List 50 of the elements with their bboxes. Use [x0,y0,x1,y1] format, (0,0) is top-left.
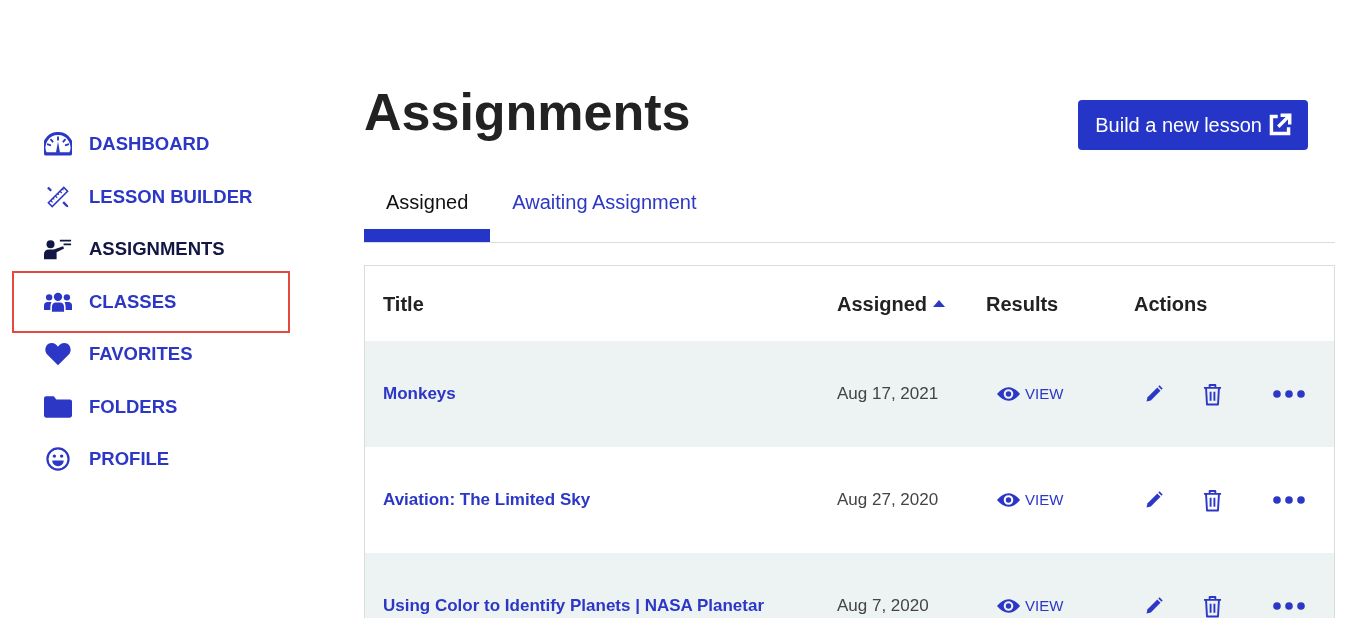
delete-button[interactable] [1203,594,1222,618]
smiley-icon [44,447,72,472]
column-header[interactable]: Assigned [837,288,946,319]
edit-button[interactable] [1145,491,1163,509]
sort-up-icon [933,300,946,307]
more-button[interactable] [1273,602,1305,610]
sidebar-item[interactable]: DASHBOARD [12,118,290,171]
build-lesson-button[interactable]: Build a new lesson [1078,100,1308,150]
assigned-date: Aug 7, 2020 [837,595,929,618]
more-button[interactable] [1273,496,1305,504]
trash-icon [1203,594,1222,618]
column-header: Results [986,292,1059,315]
view-results-link[interactable]: VIEW [996,594,1064,618]
gauge-icon [44,132,72,157]
column-header: Actions [1134,292,1208,315]
view-results-link[interactable]: VIEW [996,488,1064,512]
page-title: Assignments [364,82,691,143]
pencil-icon [1145,385,1163,403]
delete-button[interactable] [1203,382,1222,406]
tab[interactable]: Assigned [364,172,491,242]
assignment-title-link[interactable]: Monkeys [383,381,456,407]
assigned-date: Aug 27, 2020 [837,489,939,512]
column-header: Title [383,292,424,315]
heart-icon [44,342,72,367]
sidebar-item[interactable]: CLASSES [12,270,290,333]
eye-icon [996,598,1021,614]
edit-button[interactable] [1145,385,1163,403]
assigned-date: Aug 17, 2021 [837,383,939,406]
trash-icon [1203,382,1222,406]
delete-button[interactable] [1203,488,1222,512]
sidebar-item[interactable]: FOLDERS [12,380,290,433]
view-results-link[interactable]: VIEW [996,382,1064,406]
edit-button[interactable] [1145,597,1163,615]
ellipsis-icon [1273,602,1305,610]
ellipsis-icon [1273,390,1305,398]
assignment-title-link[interactable]: Using Color to Identify Planets | NASA Planetar [383,593,764,618]
sidebar-item[interactable]: LESSON BUILDER [12,170,290,223]
pencil-icon [1145,597,1163,615]
ellipsis-icon [1273,496,1305,504]
person-pointing-icon [44,237,72,262]
trash-icon [1203,488,1222,512]
eye-icon [996,492,1021,508]
sidebar-item[interactable]: PROFILE [12,433,290,486]
tab[interactable]: Awaiting Assignment [490,172,719,242]
folder-icon [44,394,72,419]
external-link-icon [1268,113,1292,137]
more-button[interactable] [1273,390,1305,398]
eye-icon [996,386,1021,402]
pencil-icon [1145,491,1163,509]
assignment-title-link[interactable]: Aviation: The Limited Sky [383,487,591,513]
